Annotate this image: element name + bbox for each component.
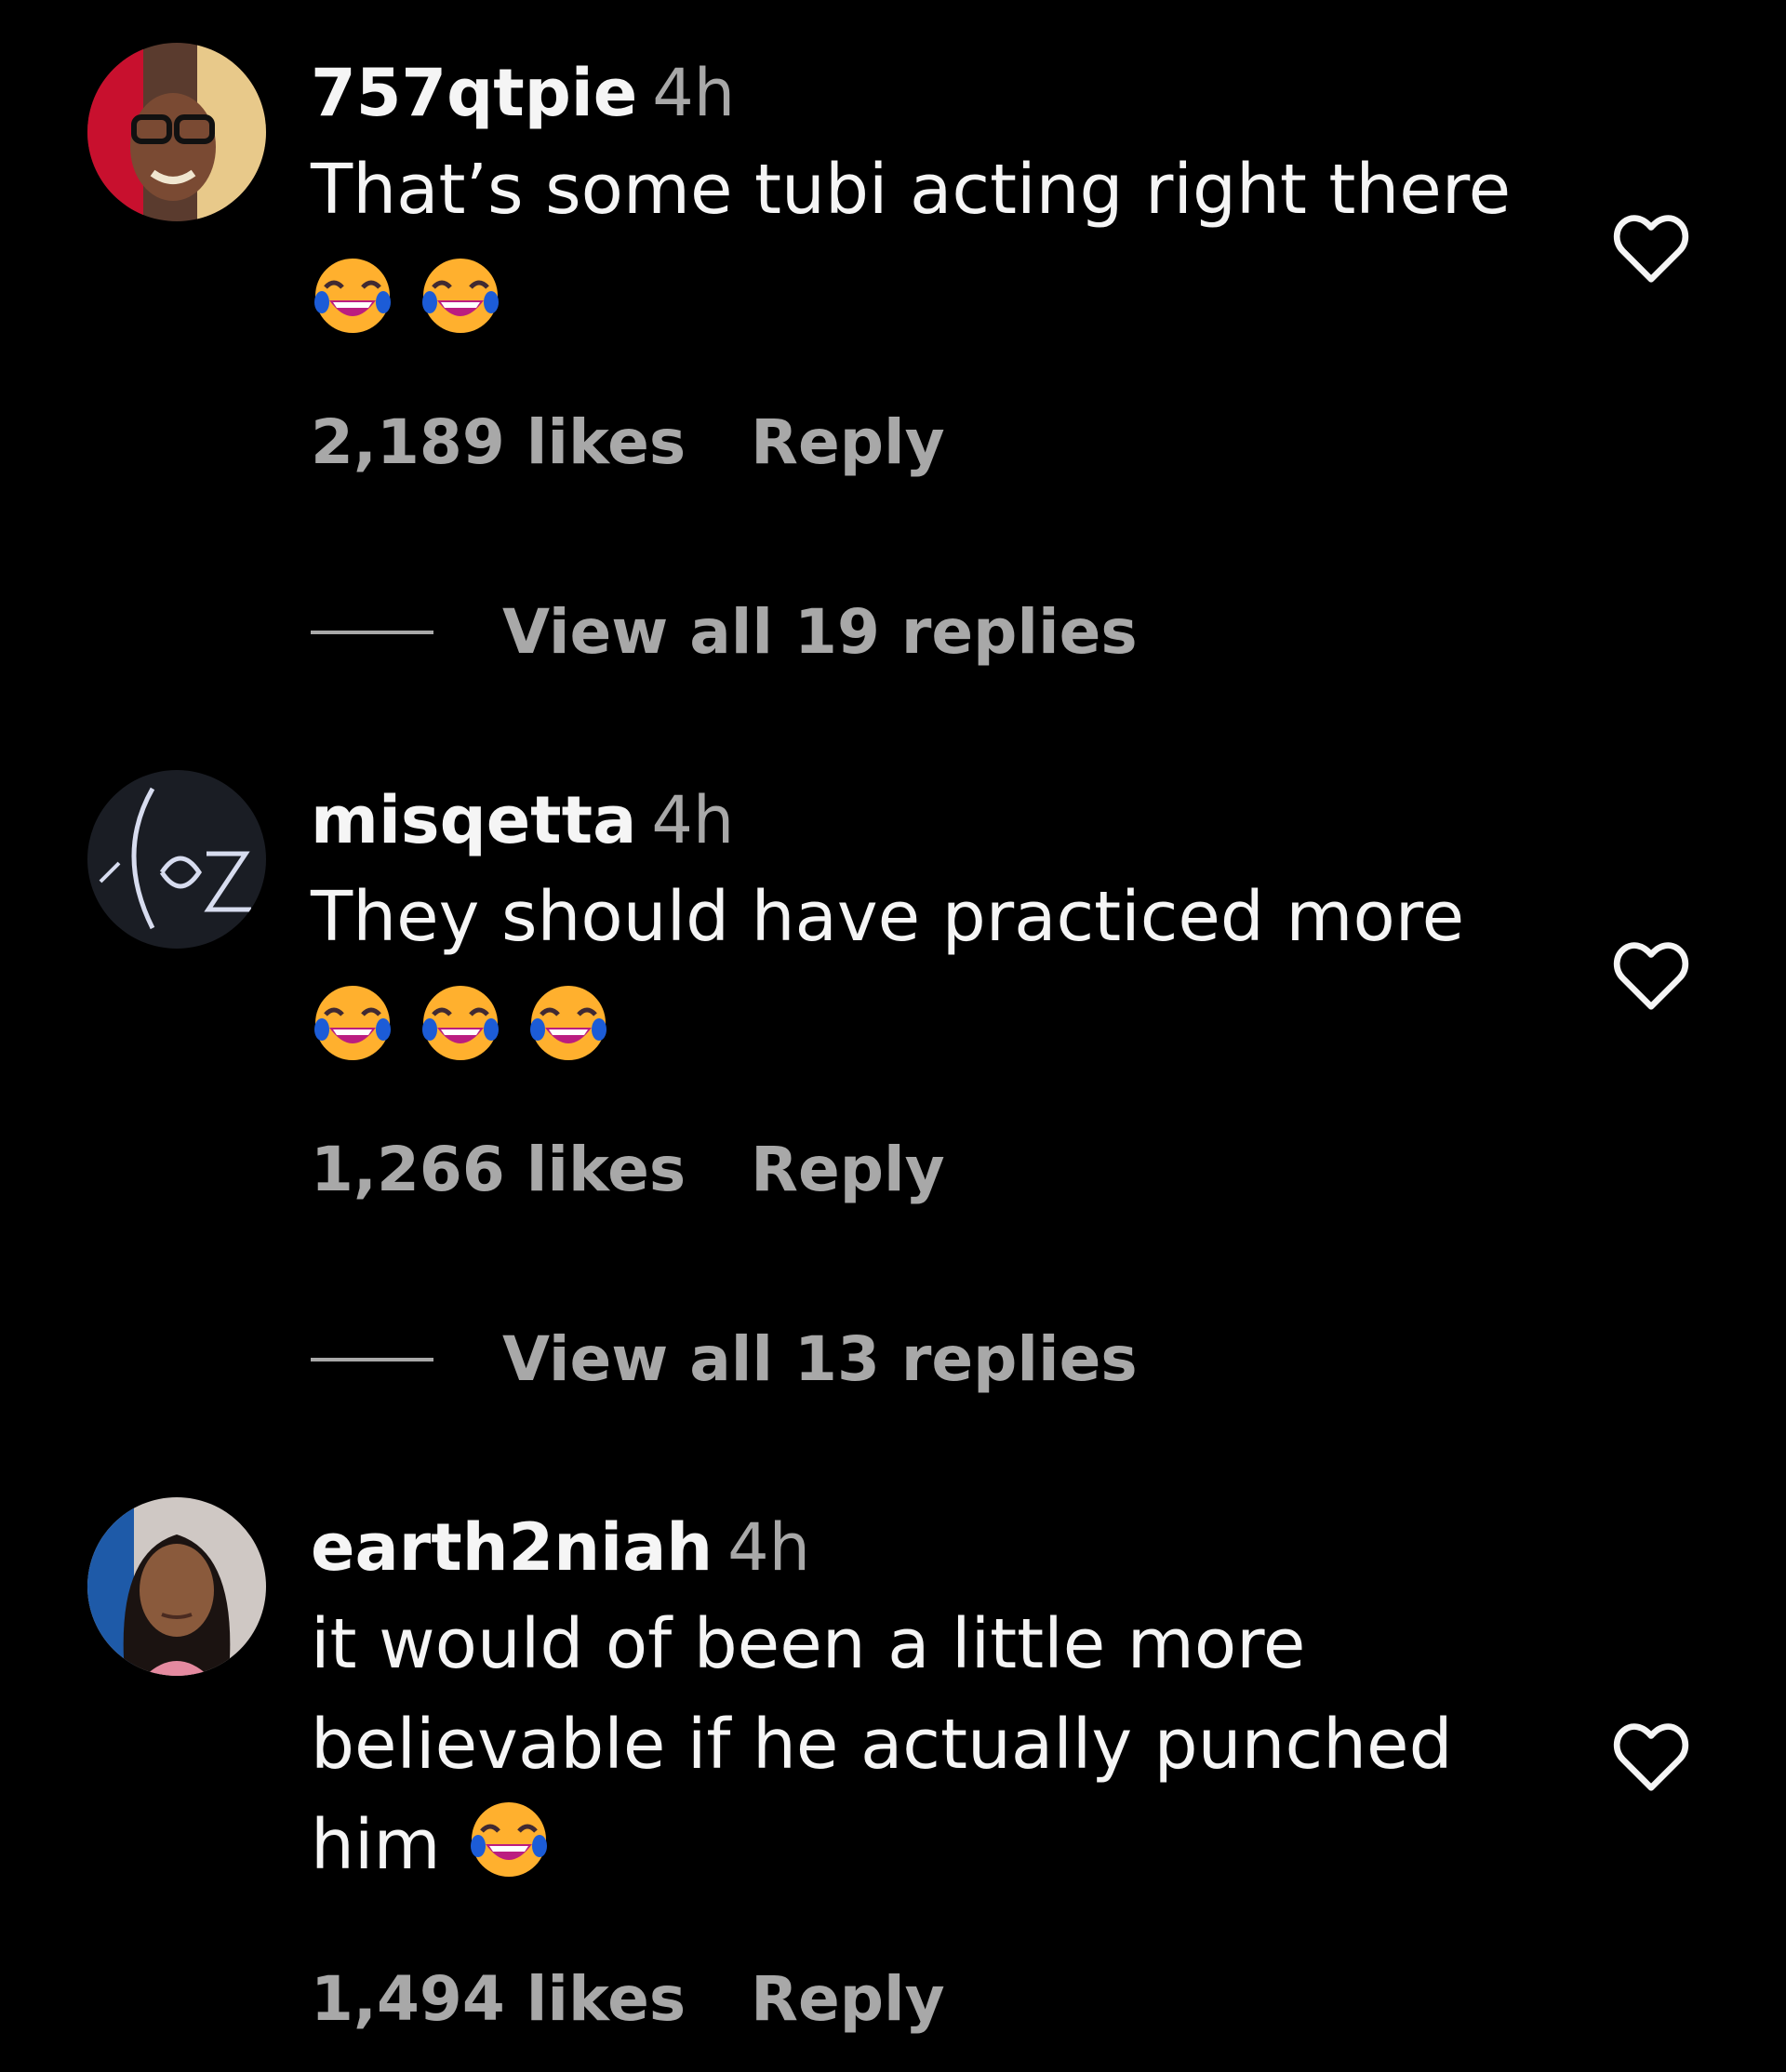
comment-header: 757qtpie 4h	[311, 46, 1520, 139]
face-with-tears-of-joy-emoji	[419, 981, 502, 1065]
comment-text: They should have practiced more	[311, 877, 1465, 957]
face-with-tears-of-joy-emoji	[419, 254, 502, 338]
avatar[interactable]	[87, 770, 266, 949]
comment-meta: 1,494 likes Reply	[311, 1953, 1520, 2046]
timestamp: 4h	[652, 55, 736, 131]
comment-text-line-3: him	[311, 1795, 1520, 1895]
emoji-row	[311, 967, 1520, 1079]
reply-button[interactable]: Reply	[751, 406, 944, 478]
username[interactable]: 757qtpie	[311, 55, 637, 131]
heart-outline-icon[interactable]	[1607, 932, 1695, 1019]
comment-header: earth2niah 4h	[311, 1501, 1520, 1594]
comment-text-line-3-label: him	[311, 1805, 441, 1885]
comment-meta: 1,266 likes Reply	[311, 1123, 1520, 1216]
username[interactable]: earth2niah	[311, 1509, 713, 1586]
comment-text-line-2: believable if he actually punched	[311, 1705, 1453, 1785]
view-replies-label[interactable]: View all 19 replies	[502, 586, 1138, 679]
face-with-tears-of-joy-emoji	[311, 254, 394, 338]
username[interactable]: misqetta	[311, 782, 636, 858]
comment-text-line-1: it would of been a little more	[311, 1604, 1306, 1684]
avatar[interactable]	[87, 1497, 266, 1676]
comment-text: That’s some tubi acting right there	[311, 150, 1512, 230]
face-with-tears-of-joy-emoji	[526, 981, 610, 1065]
reply-button[interactable]: Reply	[751, 1963, 944, 2035]
likes-count[interactable]: 1,266 likes	[311, 1134, 686, 1205]
comment-meta: 2,189 likes Reply	[311, 396, 1520, 489]
likes-count[interactable]: 1,494 likes	[311, 1963, 686, 2035]
comment-header: misqetta 4h	[311, 774, 1520, 867]
heart-outline-icon[interactable]	[1607, 205, 1695, 292]
divider	[311, 631, 433, 634]
avatar[interactable]	[87, 43, 266, 221]
face-with-tears-of-joy-emoji	[467, 1798, 551, 1881]
view-replies-link[interactable]: View all 19 replies	[311, 586, 1138, 679]
divider	[311, 1358, 433, 1361]
face-with-tears-of-joy-emoji	[311, 981, 394, 1065]
view-replies-label[interactable]: View all 13 replies	[502, 1313, 1138, 1406]
reply-button[interactable]: Reply	[751, 1134, 944, 1205]
emoji-row	[311, 240, 1520, 352]
likes-count[interactable]: 2,189 likes	[311, 406, 686, 478]
timestamp: 4h	[651, 782, 735, 858]
view-replies-link[interactable]: View all 13 replies	[311, 1313, 1138, 1406]
timestamp: 4h	[727, 1509, 811, 1586]
heart-outline-icon[interactable]	[1607, 1713, 1695, 1800]
